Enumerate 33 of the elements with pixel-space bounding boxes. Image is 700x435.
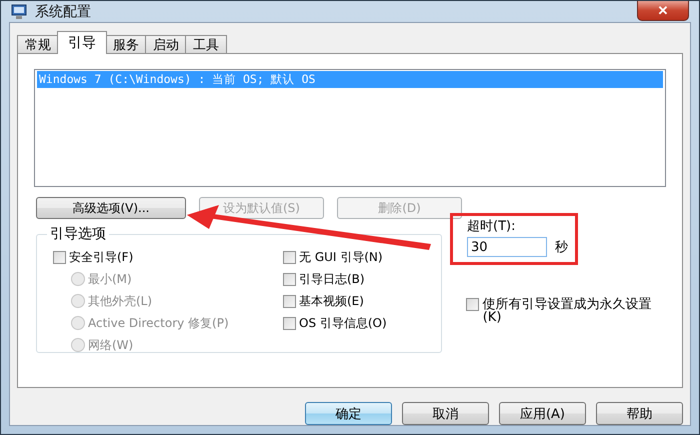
option-label: 网络(W) [88,336,134,354]
option-label: 基本视频(E) [299,292,364,310]
button[interactable]: 帮助 [596,402,683,425]
button[interactable]: 高级选项(V)... [36,197,186,219]
option-label: OS 引导信息(O) [299,314,387,332]
tab[interactable]: 服务 [105,35,147,54]
window-title: 系统配置 [35,2,91,20]
tab[interactable]: 引导 [57,31,107,54]
option-label: 最小(M) [88,270,132,288]
checkbox[interactable] [283,316,296,330]
checkbox[interactable] [283,294,296,308]
option-label: 安全引导(F) [69,248,134,266]
tab[interactable]: 工具 [185,35,227,54]
option-label: 无 GUI 引导(N) [299,248,383,266]
timeout-field[interactable]: 30 [467,237,547,257]
checkbox[interactable] [283,272,296,286]
button[interactable]: 确定 [305,402,392,425]
checkbox[interactable] [466,298,479,311]
monitor-icon [11,4,27,20]
unit-label: 秒 [555,239,568,256]
close-button[interactable]: ✕ [637,1,689,21]
timeout-label: 超时(T): [467,218,516,235]
group-title: 引导选项 [49,225,107,243]
tab[interactable]: 常规 [17,35,59,54]
checkbox[interactable] [53,250,66,264]
checkbox[interactable] [283,250,296,264]
option-label: Active Directory 修复(P) [88,314,229,332]
option-label: 引导日志(B) [299,270,365,288]
button[interactable]: 应用(A) [499,402,586,425]
tab[interactable]: 启动 [145,35,187,54]
option-label: 其他外壳(L) [88,292,152,310]
option-label: 使所有引导设置成为永久设置(K) [482,298,653,324]
button[interactable]: 取消 [402,402,489,425]
